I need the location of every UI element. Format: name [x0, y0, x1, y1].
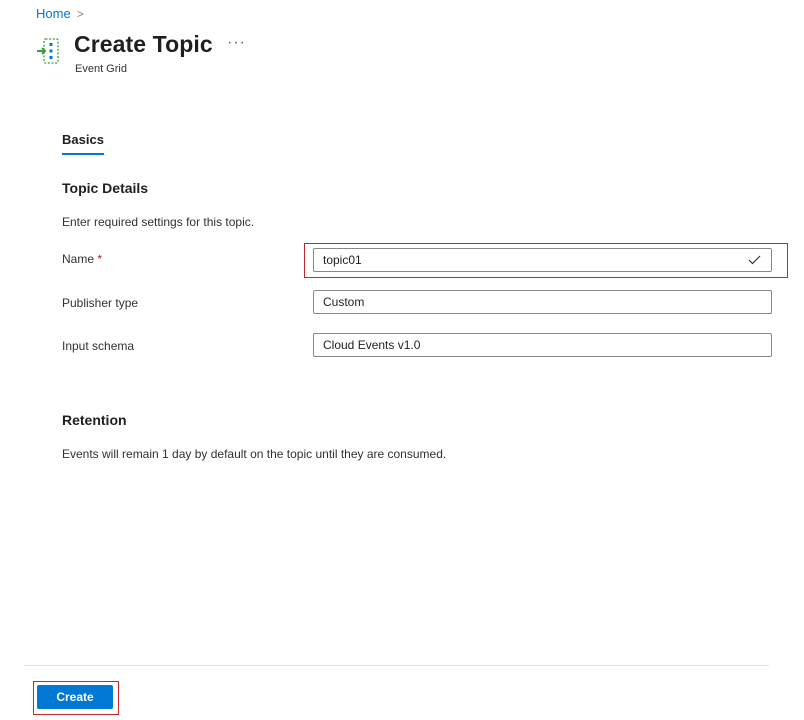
name-input[interactable]: topic01 — [313, 248, 772, 272]
create-button[interactable]: Create — [37, 685, 113, 709]
topic-details-description: Enter required settings for this topic. — [62, 215, 255, 229]
page-subtitle: Event Grid — [75, 63, 127, 75]
publisher-type-field[interactable]: Custom — [313, 290, 772, 314]
input-schema-field[interactable]: Cloud Events v1.0 — [313, 333, 772, 357]
more-options-button[interactable]: ··· — [227, 34, 246, 52]
publisher-type-label: Publisher type — [62, 296, 139, 310]
input-schema-label: Input schema — [62, 339, 135, 353]
name-input-value: topic01 — [323, 253, 362, 267]
footer-divider — [24, 665, 769, 666]
breadcrumb-separator: > — [76, 6, 84, 21]
checkmark-icon — [743, 255, 765, 265]
page-title: Create Topic — [74, 31, 213, 57]
active-tab-indicator — [62, 153, 104, 155]
input-schema-value: Cloud Events v1.0 — [323, 338, 421, 352]
name-label-text: Name — [62, 252, 95, 266]
event-grid-topic-icon — [36, 38, 62, 66]
breadcrumb-home-link[interactable]: Home — [36, 6, 71, 21]
breadcrumb: Home > — [36, 6, 84, 21]
retention-heading: Retention — [62, 412, 127, 428]
publisher-type-value: Custom — [323, 295, 365, 309]
topic-details-heading: Topic Details — [62, 180, 149, 196]
name-field-label: Name * — [62, 252, 102, 266]
tab-basics[interactable]: Basics — [62, 132, 104, 147]
required-marker: * — [97, 252, 103, 266]
retention-description: Events will remain 1 day by default on t… — [62, 447, 447, 461]
